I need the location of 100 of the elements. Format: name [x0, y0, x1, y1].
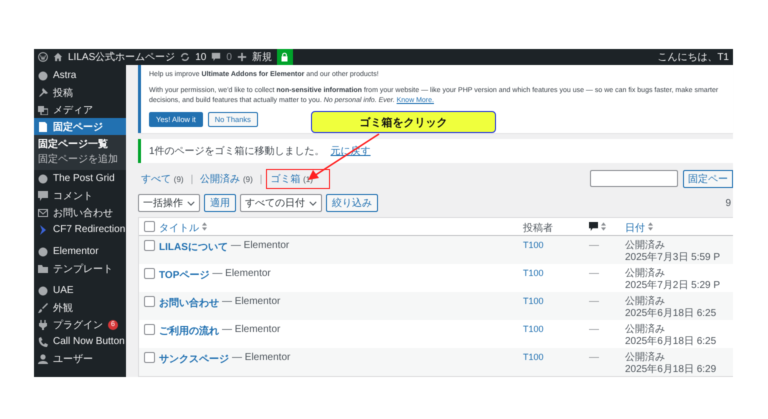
editor-label: — Elementor [222, 324, 280, 335]
date-text: 2025年6月18日 6:29 [625, 364, 716, 376]
row-checkbox[interactable] [144, 296, 154, 307]
status-filter-link[interactable]: すべて (9) [138, 170, 187, 188]
sort-icon[interactable] [648, 222, 653, 231]
author-link[interactable]: T100 [523, 296, 544, 306]
chevron-down-icon [187, 200, 195, 206]
notice-message: 1件のページをゴミ箱に移動しました。 [149, 145, 325, 158]
status-text: 公開済み [625, 268, 666, 280]
separator-text: | [260, 174, 262, 184]
page-title-link[interactable]: ご利用の流れ [159, 324, 219, 338]
page-title-link[interactable]: TOPページ [159, 268, 210, 282]
comments-count[interactable]: 0 [226, 52, 232, 62]
editor-label: — Elementor [222, 296, 280, 307]
status-text: 公開済み [625, 296, 666, 308]
pin-icon [38, 88, 48, 98]
greeting-text[interactable]: こんにちは、T1 [657, 50, 729, 64]
search-field[interactable] [590, 170, 678, 187]
page-title-link[interactable]: お問い合わせ [159, 296, 219, 310]
column-header[interactable]: 日付 [625, 221, 645, 235]
wordpress-logo-icon[interactable] [38, 52, 48, 62]
sidebar-item[interactable]: CF7 Redirection [34, 221, 126, 238]
status-filter-link[interactable]: 公開済み (9) [197, 170, 256, 188]
date-filter-dropdown[interactable]: すべての日付 [240, 194, 322, 212]
row-checkbox[interactable] [144, 240, 154, 251]
speech-bubble-icon [589, 222, 598, 231]
row-checkbox[interactable] [144, 352, 154, 363]
comment-count: — [589, 296, 599, 307]
sidebar-item[interactable]: The Post Grid [34, 170, 126, 187]
items-count: 9 [725, 198, 732, 208]
lock-icon [280, 52, 290, 62]
editor-label: — Elementor [232, 352, 290, 363]
page-title-link[interactable]: LILASについて [159, 240, 228, 254]
date-text: 2025年6月18日 6:25 [625, 336, 716, 348]
editor-label: — Elementor [230, 240, 290, 251]
envelope-icon [38, 208, 48, 218]
sidebar-item[interactable]: テンプレート [34, 260, 126, 277]
circle-icon [38, 286, 48, 296]
comment-count: — [589, 352, 599, 363]
chevron-down-icon [309, 200, 317, 206]
submenu-item[interactable]: 固定ページを追加 [34, 152, 126, 167]
sidebar-item[interactable]: 投稿 [34, 84, 126, 101]
circle-icon [38, 70, 48, 80]
lock-button[interactable] [276, 49, 293, 65]
search-button[interactable]: 固定ペー [683, 170, 733, 188]
row-checkbox[interactable] [144, 324, 154, 335]
author-link[interactable]: T100 [523, 268, 544, 278]
sidebar-item[interactable]: ユーザー [34, 350, 126, 367]
callout-label: ゴミ箱をクリック [311, 111, 496, 133]
editor-label: — Elementor [212, 268, 271, 279]
phone-icon [38, 336, 48, 346]
row-checkbox[interactable] [144, 268, 154, 279]
sidebar-item[interactable]: メディア [34, 101, 126, 118]
page-title-link[interactable]: サンクスページ [159, 352, 229, 366]
brush-icon [38, 302, 48, 312]
status-text: 公開済み [625, 240, 666, 252]
plug-icon [38, 320, 48, 330]
author-link[interactable]: T100 [523, 324, 544, 334]
speech-bubble-icon [38, 190, 48, 200]
plus-icon[interactable] [236, 52, 247, 62]
updates-count[interactable]: 10 [195, 52, 206, 62]
folder-icon [38, 264, 48, 274]
column-header[interactable]: タイトル [159, 221, 199, 235]
sidebar-item[interactable]: Elementor [34, 243, 126, 260]
sidebar-item[interactable]: UAE [34, 282, 126, 299]
sidebar-item[interactable]: コメント [34, 187, 126, 204]
comment-count: — [589, 268, 599, 279]
column-header: 投稿者 [523, 223, 553, 234]
sidebar-item[interactable]: お問い合わせ [34, 204, 126, 221]
sort-icon[interactable] [202, 222, 207, 231]
sidebar-item[interactable]: 外観 [34, 299, 126, 316]
date-text: 2025年7月3日 5:59 P [625, 252, 720, 264]
page-icon [38, 122, 48, 132]
status-text: 公開済み [625, 324, 666, 336]
author-link[interactable]: T100 [523, 240, 544, 250]
sort-icon[interactable] [601, 222, 606, 231]
sidebar-item[interactable]: Call Now Button [34, 333, 126, 350]
date-text: 2025年7月2日 5:29 P [625, 280, 720, 292]
filter-button[interactable]: 絞り込み [326, 194, 378, 212]
new-link[interactable]: 新規 [252, 50, 272, 64]
select-all-checkbox[interactable] [144, 221, 154, 232]
submenu-item[interactable]: 固定ページ一覧 [34, 137, 126, 152]
speech-bubble-icon[interactable] [211, 52, 222, 62]
media-icon [38, 104, 48, 114]
author-link[interactable]: T100 [523, 352, 544, 362]
date-text: 2025年6月18日 6:25 [625, 308, 716, 320]
apply-button[interactable]: 適用 [204, 194, 236, 212]
person-icon [38, 354, 48, 364]
site-title-link[interactable]: LILAS公式ホームページ [68, 50, 176, 64]
separator-text: | [190, 174, 194, 184]
circle-icon [38, 246, 48, 256]
bulk-action-dropdown[interactable]: 一括操作 [138, 194, 200, 212]
status-text: 公開済み [625, 352, 666, 364]
home-icon[interactable] [53, 52, 63, 62]
refresh-icon[interactable] [180, 52, 190, 62]
comment-count: — [589, 240, 599, 251]
sidebar-item[interactable]: Astra [34, 67, 126, 84]
sidebar-item[interactable]: 固定ページ [34, 118, 126, 135]
circle-icon [38, 174, 48, 184]
comment-count: — [589, 324, 599, 335]
